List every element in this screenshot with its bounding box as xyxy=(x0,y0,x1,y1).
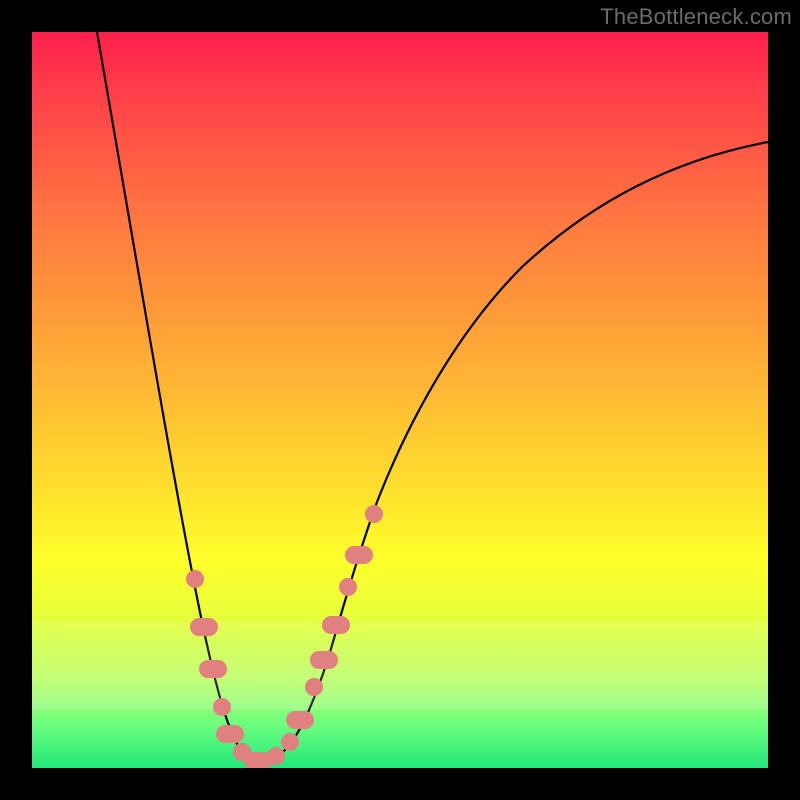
data-point-marker xyxy=(216,725,244,743)
highlight-band xyxy=(32,666,768,688)
data-point-marker xyxy=(286,711,314,729)
data-point-marker xyxy=(281,733,299,751)
data-point-marker xyxy=(305,678,323,696)
data-point-marker xyxy=(213,698,231,716)
data-point-marker xyxy=(339,578,357,596)
data-point-marker xyxy=(267,747,285,765)
data-point-marker xyxy=(365,505,383,523)
highlight-band xyxy=(32,688,768,710)
highlight-band xyxy=(32,644,768,666)
highlight-band xyxy=(32,622,768,644)
watermark-text: TheBottleneck.com xyxy=(600,4,792,30)
data-point-marker xyxy=(190,618,218,636)
data-point-marker xyxy=(186,570,204,588)
data-point-marker xyxy=(199,660,227,678)
data-point-marker xyxy=(322,616,350,634)
data-point-marker xyxy=(345,546,373,564)
data-point-marker xyxy=(310,651,338,669)
chart-frame: TheBottleneck.com xyxy=(0,0,800,800)
plot-area xyxy=(32,32,768,768)
